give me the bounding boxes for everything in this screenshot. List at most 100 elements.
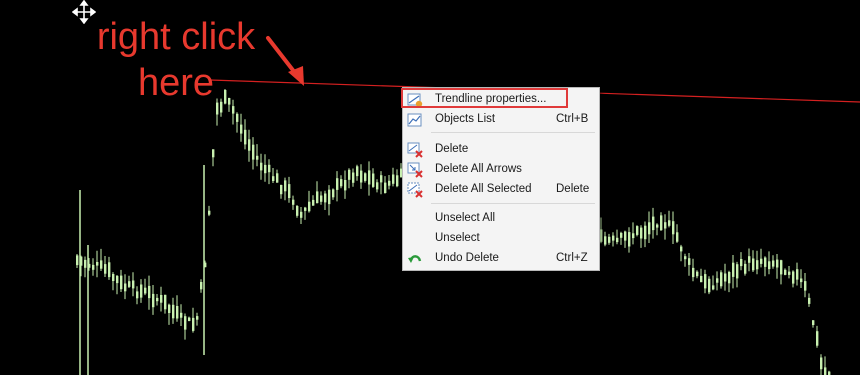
candle-body xyxy=(212,149,215,158)
menu-separator xyxy=(431,203,595,204)
candle-body xyxy=(712,285,715,290)
candle-body xyxy=(616,237,619,243)
menu-item-undo-delete[interactable]: Undo Delete Ctrl+Z xyxy=(403,249,599,269)
candle-body xyxy=(156,297,159,302)
menu-item-label: Undo Delete xyxy=(435,252,499,264)
candle-body xyxy=(604,236,607,245)
menu-item-objects-list[interactable]: Objects List Ctrl+B xyxy=(403,110,599,130)
candle-body xyxy=(96,262,99,266)
candle-body xyxy=(268,164,271,173)
candle-body xyxy=(128,281,131,287)
candle-body xyxy=(136,291,139,299)
candle-body xyxy=(668,220,671,226)
candle-body xyxy=(808,297,811,304)
candle-body xyxy=(352,172,355,183)
menu-item-shortcut: Delete xyxy=(556,183,590,195)
menu-item-delete-all-arrows[interactable]: Delete All Arrows xyxy=(403,160,599,180)
candle-body xyxy=(316,191,319,204)
candle-body xyxy=(164,294,167,310)
candle-body xyxy=(680,246,683,252)
menu-item-delete-all-selected[interactable]: Delete All Selected Delete xyxy=(403,180,599,200)
menu-item-label: Unselect All xyxy=(435,212,496,224)
candle-body xyxy=(308,201,311,212)
menu-item-label: Delete xyxy=(435,143,469,155)
menu-item-label: Objects List xyxy=(435,113,496,125)
candle-body xyxy=(288,184,291,198)
candle-body xyxy=(132,280,135,289)
candle-body xyxy=(816,331,819,346)
menu-item-label: Unselect xyxy=(435,232,480,244)
candle-body xyxy=(744,263,747,274)
candle-body xyxy=(92,264,95,270)
candle-body xyxy=(144,287,147,294)
candle-body xyxy=(324,193,327,203)
menu-item-unselect-all[interactable]: Unselect All xyxy=(403,209,599,229)
candle-body xyxy=(360,170,363,183)
candle-body xyxy=(812,320,815,325)
candle-body xyxy=(328,189,331,205)
menu-item-label: Delete All Arrows xyxy=(435,163,522,175)
candle-body xyxy=(304,207,307,211)
candle-body xyxy=(708,278,711,293)
candle-body xyxy=(760,258,763,264)
candle-body xyxy=(84,259,87,268)
candle-body xyxy=(100,260,103,269)
candle-body xyxy=(332,189,335,198)
menu-item-shortcut: Ctrl+B xyxy=(556,113,589,125)
candle-body xyxy=(748,256,751,263)
candle-body xyxy=(176,306,179,319)
candle-body xyxy=(688,258,691,265)
menu-item-delete[interactable]: Delete xyxy=(403,140,599,160)
candle-body xyxy=(648,222,651,235)
candle-body xyxy=(780,260,783,275)
candle-body xyxy=(756,260,759,270)
candle-body xyxy=(232,106,235,114)
candle-body xyxy=(692,267,695,278)
candle-body xyxy=(624,231,627,241)
candle-body xyxy=(240,124,243,134)
candle-body xyxy=(764,257,767,267)
candle-body xyxy=(796,269,799,280)
candle-body xyxy=(788,271,791,275)
candle-body xyxy=(280,185,283,195)
candle-body xyxy=(716,278,719,283)
candle-body xyxy=(804,281,807,291)
candle-body xyxy=(112,274,115,281)
candle-body xyxy=(260,162,263,171)
candle-body xyxy=(104,264,107,274)
menu-item-shortcut: Ctrl+Z xyxy=(556,252,588,264)
candle-body xyxy=(120,275,123,290)
highlight-box xyxy=(401,88,568,108)
candle-body xyxy=(652,216,655,231)
candle-body xyxy=(376,182,379,190)
candle-body xyxy=(384,182,387,193)
candle-body xyxy=(196,316,199,320)
candle-body xyxy=(368,170,371,185)
candle-body xyxy=(632,233,635,239)
candle-body xyxy=(724,273,727,282)
candle-body xyxy=(300,211,303,218)
candle-body xyxy=(248,139,251,151)
objects-list-icon xyxy=(407,113,422,127)
undo-icon xyxy=(408,255,422,263)
menu-item-label: Delete All Selected xyxy=(435,183,532,195)
candle-body xyxy=(768,261,771,270)
candle-body xyxy=(380,175,383,183)
delete-all-arrows-icon xyxy=(407,162,423,178)
delete-all-selected-icon xyxy=(407,182,423,198)
candle-body xyxy=(372,173,375,187)
instruction-annotation: right click here xyxy=(76,14,276,106)
candle-body xyxy=(200,282,203,290)
candle-body xyxy=(180,312,183,318)
candle-body xyxy=(684,256,687,260)
candle-body xyxy=(276,173,279,183)
menu-item-unselect[interactable]: Unselect xyxy=(403,229,599,249)
candle-body xyxy=(192,317,195,331)
candle-body xyxy=(672,221,675,235)
menu-separator xyxy=(431,132,595,133)
annotation-line-1: right click xyxy=(96,16,256,58)
candle-body xyxy=(656,224,659,228)
candle-body xyxy=(168,304,171,313)
candle-body xyxy=(676,232,679,242)
candle-body xyxy=(612,235,615,241)
